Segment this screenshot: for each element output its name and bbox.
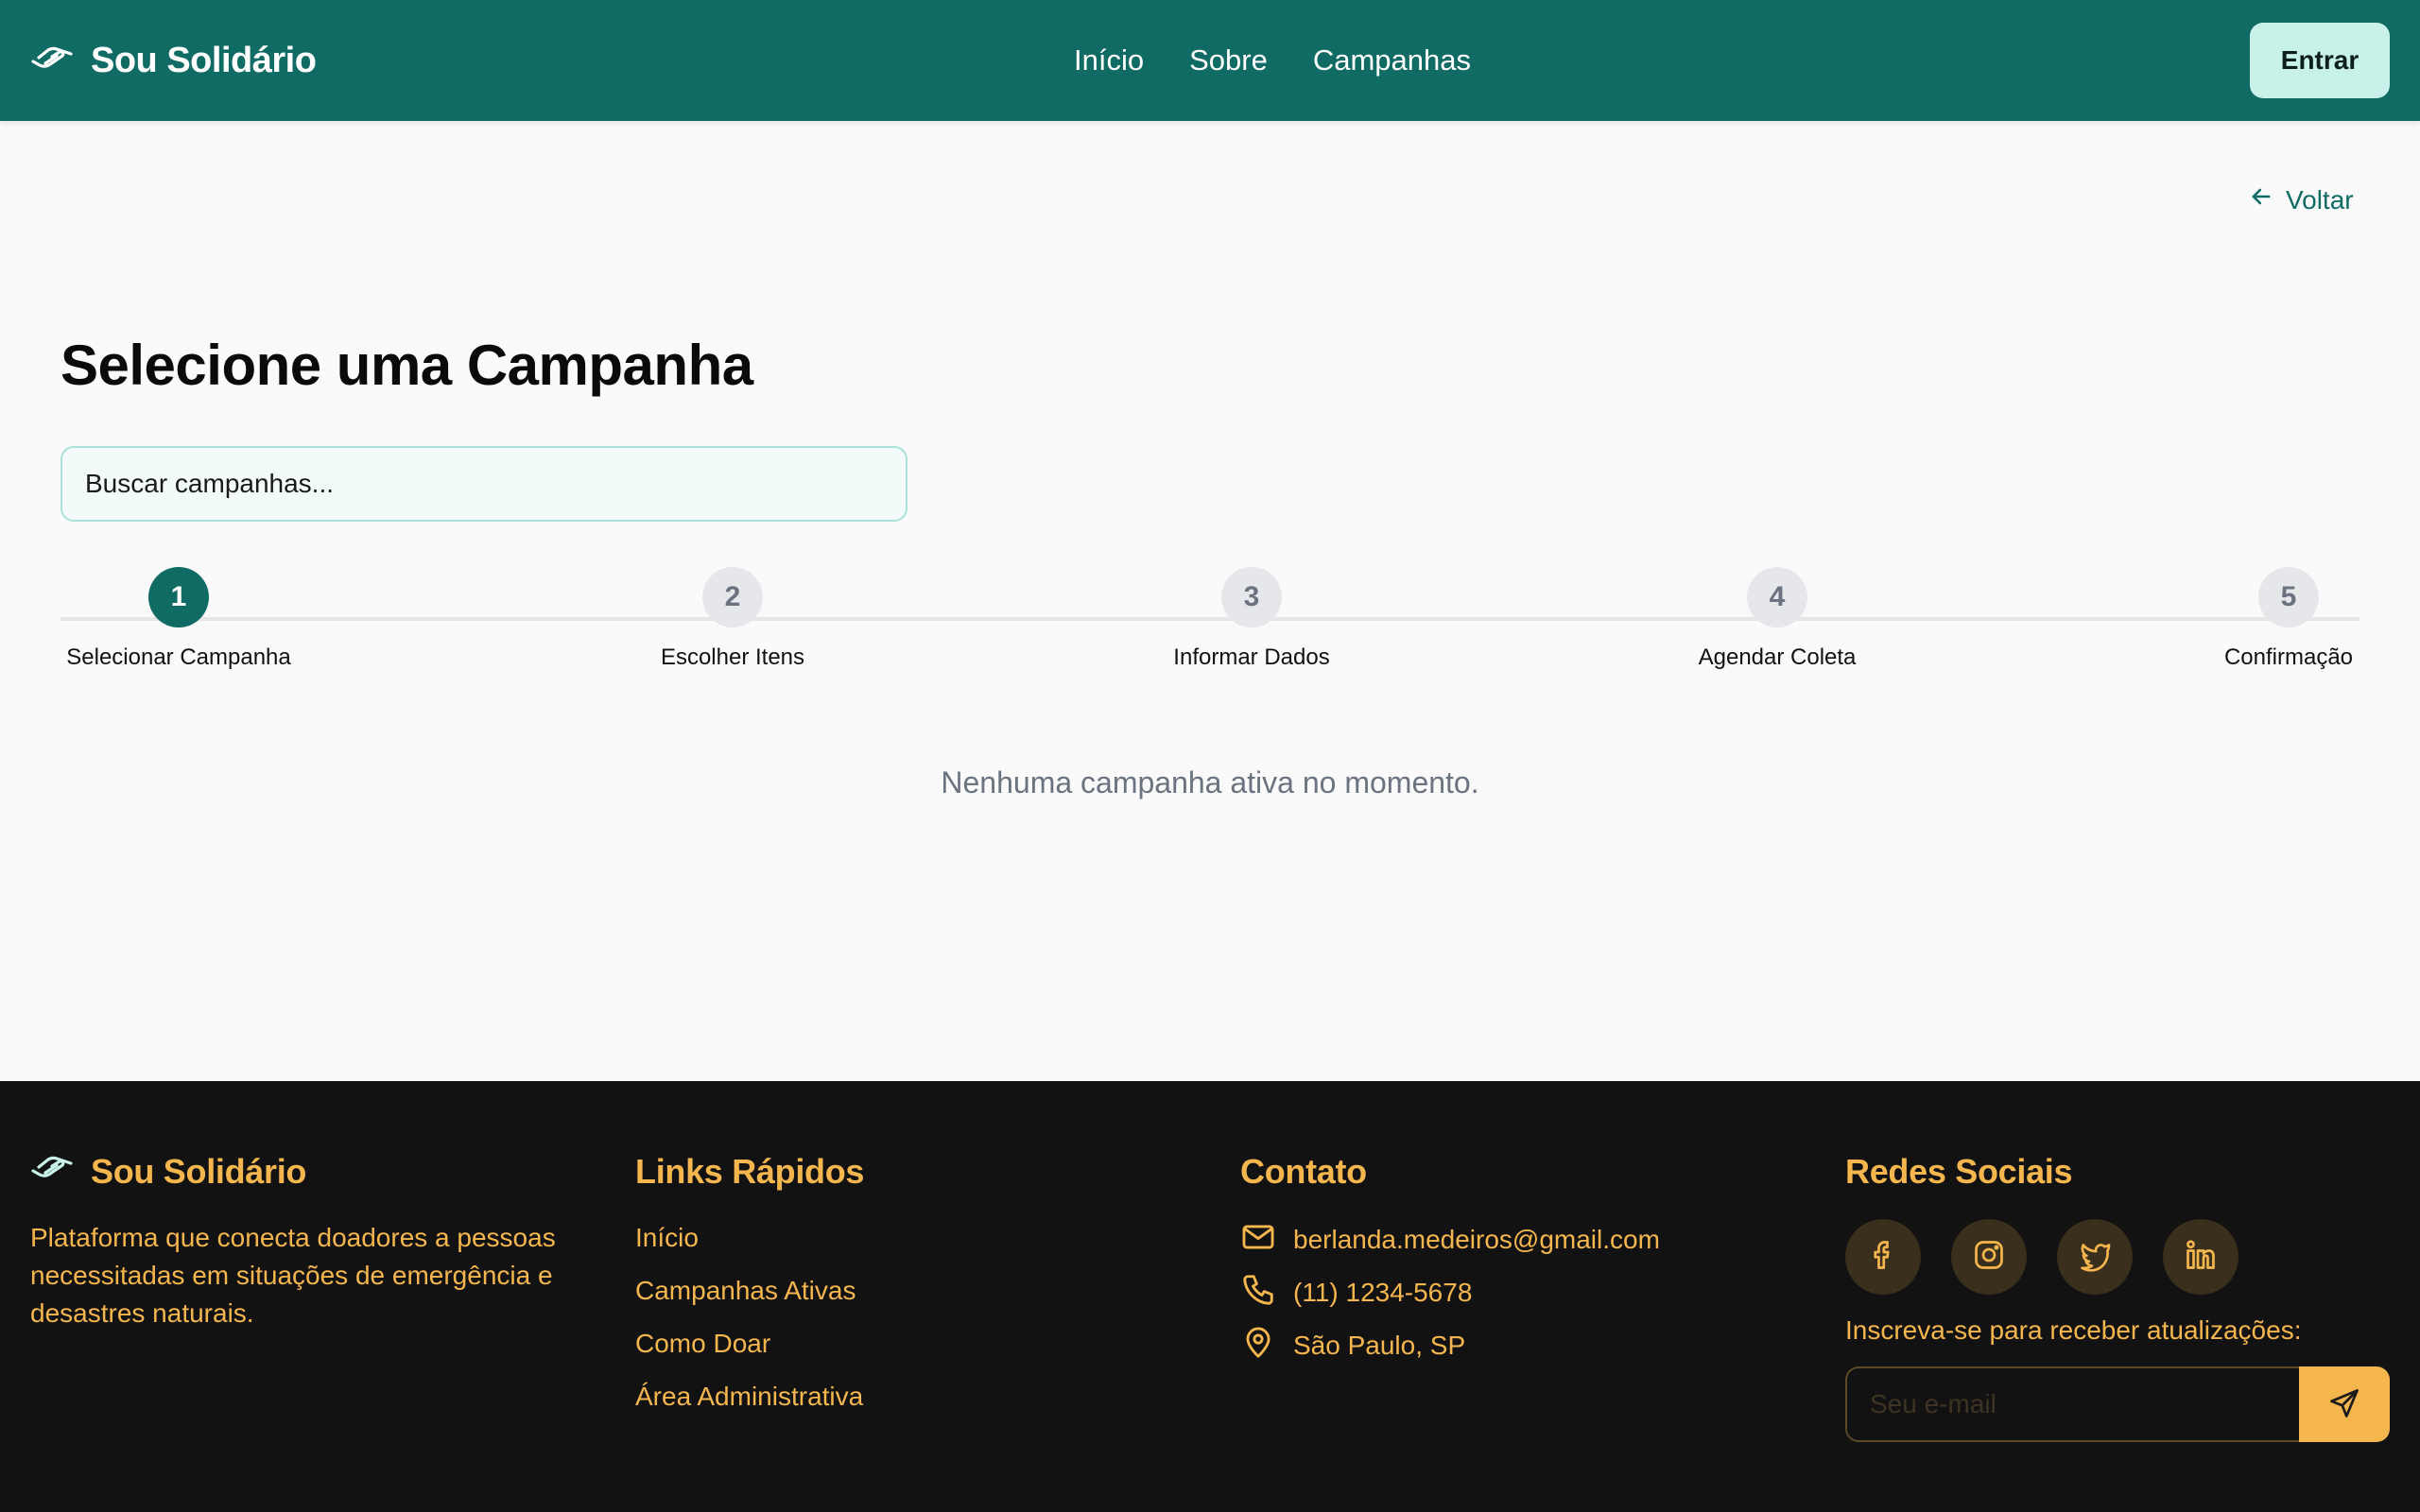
subscribe-email-input[interactable] — [1845, 1366, 2299, 1442]
contact-phone-text: (11) 1234-5678 — [1293, 1278, 1473, 1307]
footer-link-inicio[interactable]: Início — [635, 1219, 864, 1272]
footer-link-area-administrativa[interactable]: Área Administrativa — [635, 1378, 864, 1431]
contact-email[interactable]: berlanda.medeiros@gmail.com — [1240, 1213, 1660, 1266]
footer-link-como-doar[interactable]: Como Doar — [635, 1325, 864, 1378]
step-label: Agendar Coleta — [1698, 644, 1857, 670]
footer-contact: Contato berlanda.medeiros@gmail.com (11)… — [1240, 1145, 1660, 1372]
footer-about: Sou Solidário Plataforma que conecta doa… — [30, 1145, 597, 1332]
top-navbar: Sou Solidário Início Sobre Campanhas Ent… — [0, 0, 2420, 121]
step-label: Confirmação — [2223, 644, 2354, 670]
facebook-icon — [1866, 1238, 1900, 1277]
step-number: 1 — [148, 567, 209, 627]
back-link[interactable]: Voltar — [2248, 183, 2354, 216]
step-label: Escolher Itens — [660, 644, 805, 670]
step-confirmacao: 5 Confirmação — [2218, 567, 2360, 671]
nav-link-inicio[interactable]: Início — [1074, 38, 1144, 83]
back-label: Voltar — [2286, 184, 2354, 215]
step-number: 2 — [702, 567, 763, 627]
footer-brand-name: Sou Solidário — [91, 1152, 307, 1191]
instagram-link[interactable] — [1951, 1219, 2027, 1295]
subscribe-label: Inscreva-se para receber atualizações: — [1845, 1315, 2302, 1345]
step-escolher-itens: 2 Escolher Itens — [638, 567, 827, 671]
handshake-icon — [30, 43, 74, 79]
contact-phone[interactable]: (11) 1234-5678 — [1240, 1266, 1660, 1319]
brand-name: Sou Solidário — [91, 40, 317, 80]
map-pin-icon — [1240, 1325, 1293, 1367]
step-agendar-coleta: 4 Agendar Coleta — [1683, 567, 1872, 671]
contact-location-text: São Paulo, SP — [1293, 1331, 1466, 1360]
handshake-icon — [30, 1152, 91, 1193]
main-nav: Início Sobre Campanhas — [1074, 38, 1516, 83]
step-label: Selecionar Campanha — [66, 644, 291, 670]
step-label: Informar Dados — [1173, 644, 1330, 670]
contact-email-text: berlanda.medeiros@gmail.com — [1293, 1225, 1660, 1254]
step-number: 4 — [1747, 567, 1807, 627]
phone-icon — [1240, 1272, 1293, 1314]
step-number: 3 — [1221, 567, 1282, 627]
step-informar-dados: 3 Informar Dados — [1157, 567, 1346, 671]
brand-logo-link[interactable]: Sou Solidário — [30, 36, 317, 85]
nav-link-sobre[interactable]: Sobre — [1189, 38, 1268, 83]
footer-link-campanhas-ativas[interactable]: Campanhas Ativas — [635, 1272, 864, 1325]
subscribe-form — [1845, 1366, 2390, 1442]
footer-social: Redes Sociais Inscreva-se para receber a… — [1845, 1145, 2390, 1442]
send-icon — [2327, 1386, 2361, 1423]
instagram-icon — [1972, 1238, 2006, 1277]
arrow-left-icon — [2248, 183, 2286, 216]
linkedin-link[interactable] — [2163, 1219, 2238, 1295]
page-title: Selecione uma Campanha — [60, 334, 753, 397]
mail-icon — [1240, 1219, 1293, 1262]
footer-description: Plataforma que conecta doadores a pessoa… — [30, 1223, 556, 1328]
search-input[interactable] — [60, 446, 908, 522]
footer-links: Links Rápidos Início Campanhas Ativas Co… — [635, 1145, 864, 1431]
facebook-link[interactable] — [1845, 1219, 1921, 1295]
footer-brand: Sou Solidário — [30, 1145, 597, 1198]
empty-state-message: Nenhuma campanha ativa no momento. — [941, 765, 1479, 799]
step-number: 5 — [2258, 567, 2319, 627]
nav-link-campanhas[interactable]: Campanhas — [1313, 38, 1471, 83]
subscribe-button[interactable] — [2299, 1366, 2390, 1442]
footer-social-title: Redes Sociais — [1845, 1152, 2073, 1191]
footer: Sou Solidário Plataforma que conecta doa… — [0, 1081, 2420, 1512]
login-button[interactable]: Entrar — [2250, 23, 2390, 98]
linkedin-icon — [2184, 1238, 2218, 1277]
contact-location: São Paulo, SP — [1240, 1319, 1660, 1372]
footer-contact-title: Contato — [1240, 1152, 1367, 1191]
twitter-icon — [2078, 1238, 2112, 1277]
twitter-link[interactable] — [2057, 1219, 2133, 1295]
step-selecionar-campanha: 1 Selecionar Campanha — [60, 567, 297, 671]
footer-links-title: Links Rápidos — [635, 1152, 865, 1191]
